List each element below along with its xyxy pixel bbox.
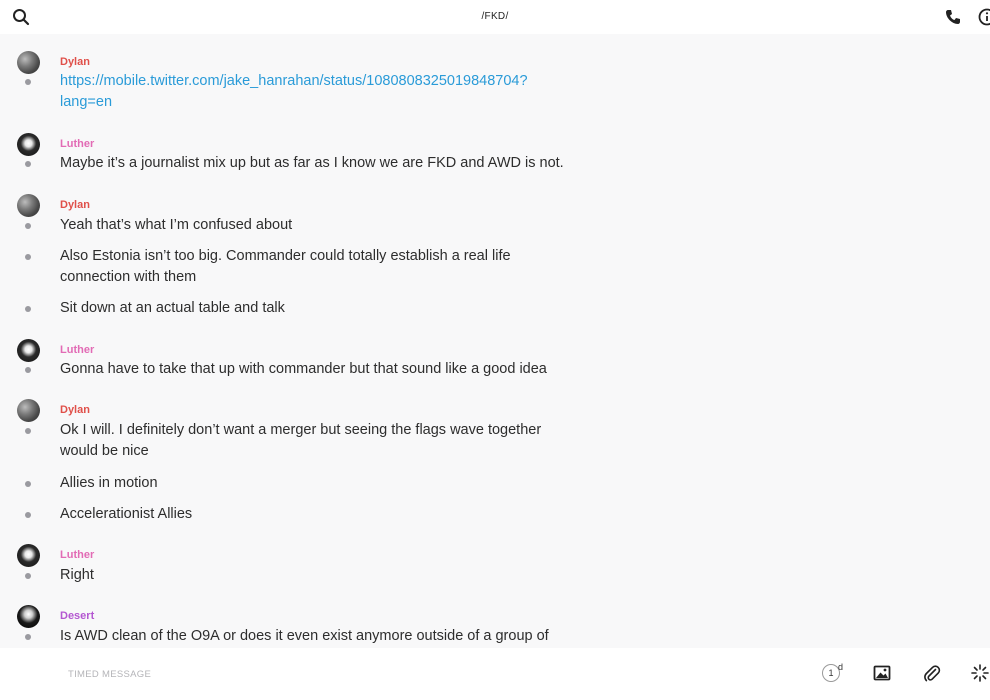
sender-name[interactable]: Desert <box>60 610 94 622</box>
message-bullet <box>25 367 31 373</box>
avatar[interactable] <box>17 51 40 74</box>
message-text: Is AWD clean of the O9A or does it even … <box>60 628 549 644</box>
timer-unit-label: d <box>838 662 844 672</box>
message-text: Accelerationist Allies <box>60 506 193 522</box>
message-bullet <box>25 428 31 434</box>
sender-name[interactable]: Dylan <box>60 199 90 211</box>
message-text: Yeah that’s what I’m confused about <box>60 217 293 233</box>
paperclip-icon[interactable] <box>922 663 942 683</box>
message-text: Sit down at an actual table and talk <box>60 300 285 316</box>
sender-name[interactable]: Luther <box>60 549 94 561</box>
message-bullet <box>25 254 31 260</box>
phone-icon[interactable] <box>944 8 962 26</box>
message-bullet <box>25 79 31 85</box>
message-link[interactable]: https://mobile.twitter.com/jake_hanrahan… <box>60 71 550 113</box>
message-bullet <box>25 306 31 312</box>
info-icon[interactable] <box>978 8 990 26</box>
sender-name[interactable]: Luther <box>60 138 94 150</box>
message-text: Maybe it’s a journalist mix up but as fa… <box>60 155 564 171</box>
avatar[interactable] <box>17 194 40 217</box>
avatar[interactable] <box>17 133 40 156</box>
message-bullet <box>25 573 31 579</box>
message-bullet <box>25 161 31 167</box>
composer-bar: TIMED MESSAGE 1 d <box>0 648 990 700</box>
message-text: Allies in motion <box>60 475 158 491</box>
message-text: Gonna have to take that up with commande… <box>60 361 547 377</box>
sender-name[interactable]: Dylan <box>60 56 90 68</box>
message-list[interactable]: Dylan https://mobile.twitter.com/jake_ha… <box>0 34 990 648</box>
message-bullet <box>25 634 31 640</box>
avatar[interactable] <box>17 399 40 422</box>
message-text: Ok I will. I definitely don’t want a mer… <box>60 422 542 459</box>
top-bar: /FKD/ <box>0 0 990 34</box>
message-bullet <box>25 512 31 518</box>
avatar[interactable] <box>17 605 40 628</box>
avatar[interactable] <box>17 339 40 362</box>
sparkle-icon[interactable] <box>970 663 990 683</box>
message-text: Also Estonia isn’t too big. Commander co… <box>60 248 511 285</box>
message-text: Right <box>60 567 94 583</box>
conversation-title[interactable]: /FKD/ <box>0 11 990 22</box>
message-bullet <box>25 223 31 229</box>
sender-name[interactable]: Dylan <box>60 404 90 416</box>
avatar[interactable] <box>17 544 40 567</box>
sender-name[interactable]: Luther <box>60 344 94 356</box>
message-input[interactable]: TIMED MESSAGE <box>68 669 151 680</box>
image-icon[interactable] <box>872 663 892 683</box>
message-bullet <box>25 481 31 487</box>
